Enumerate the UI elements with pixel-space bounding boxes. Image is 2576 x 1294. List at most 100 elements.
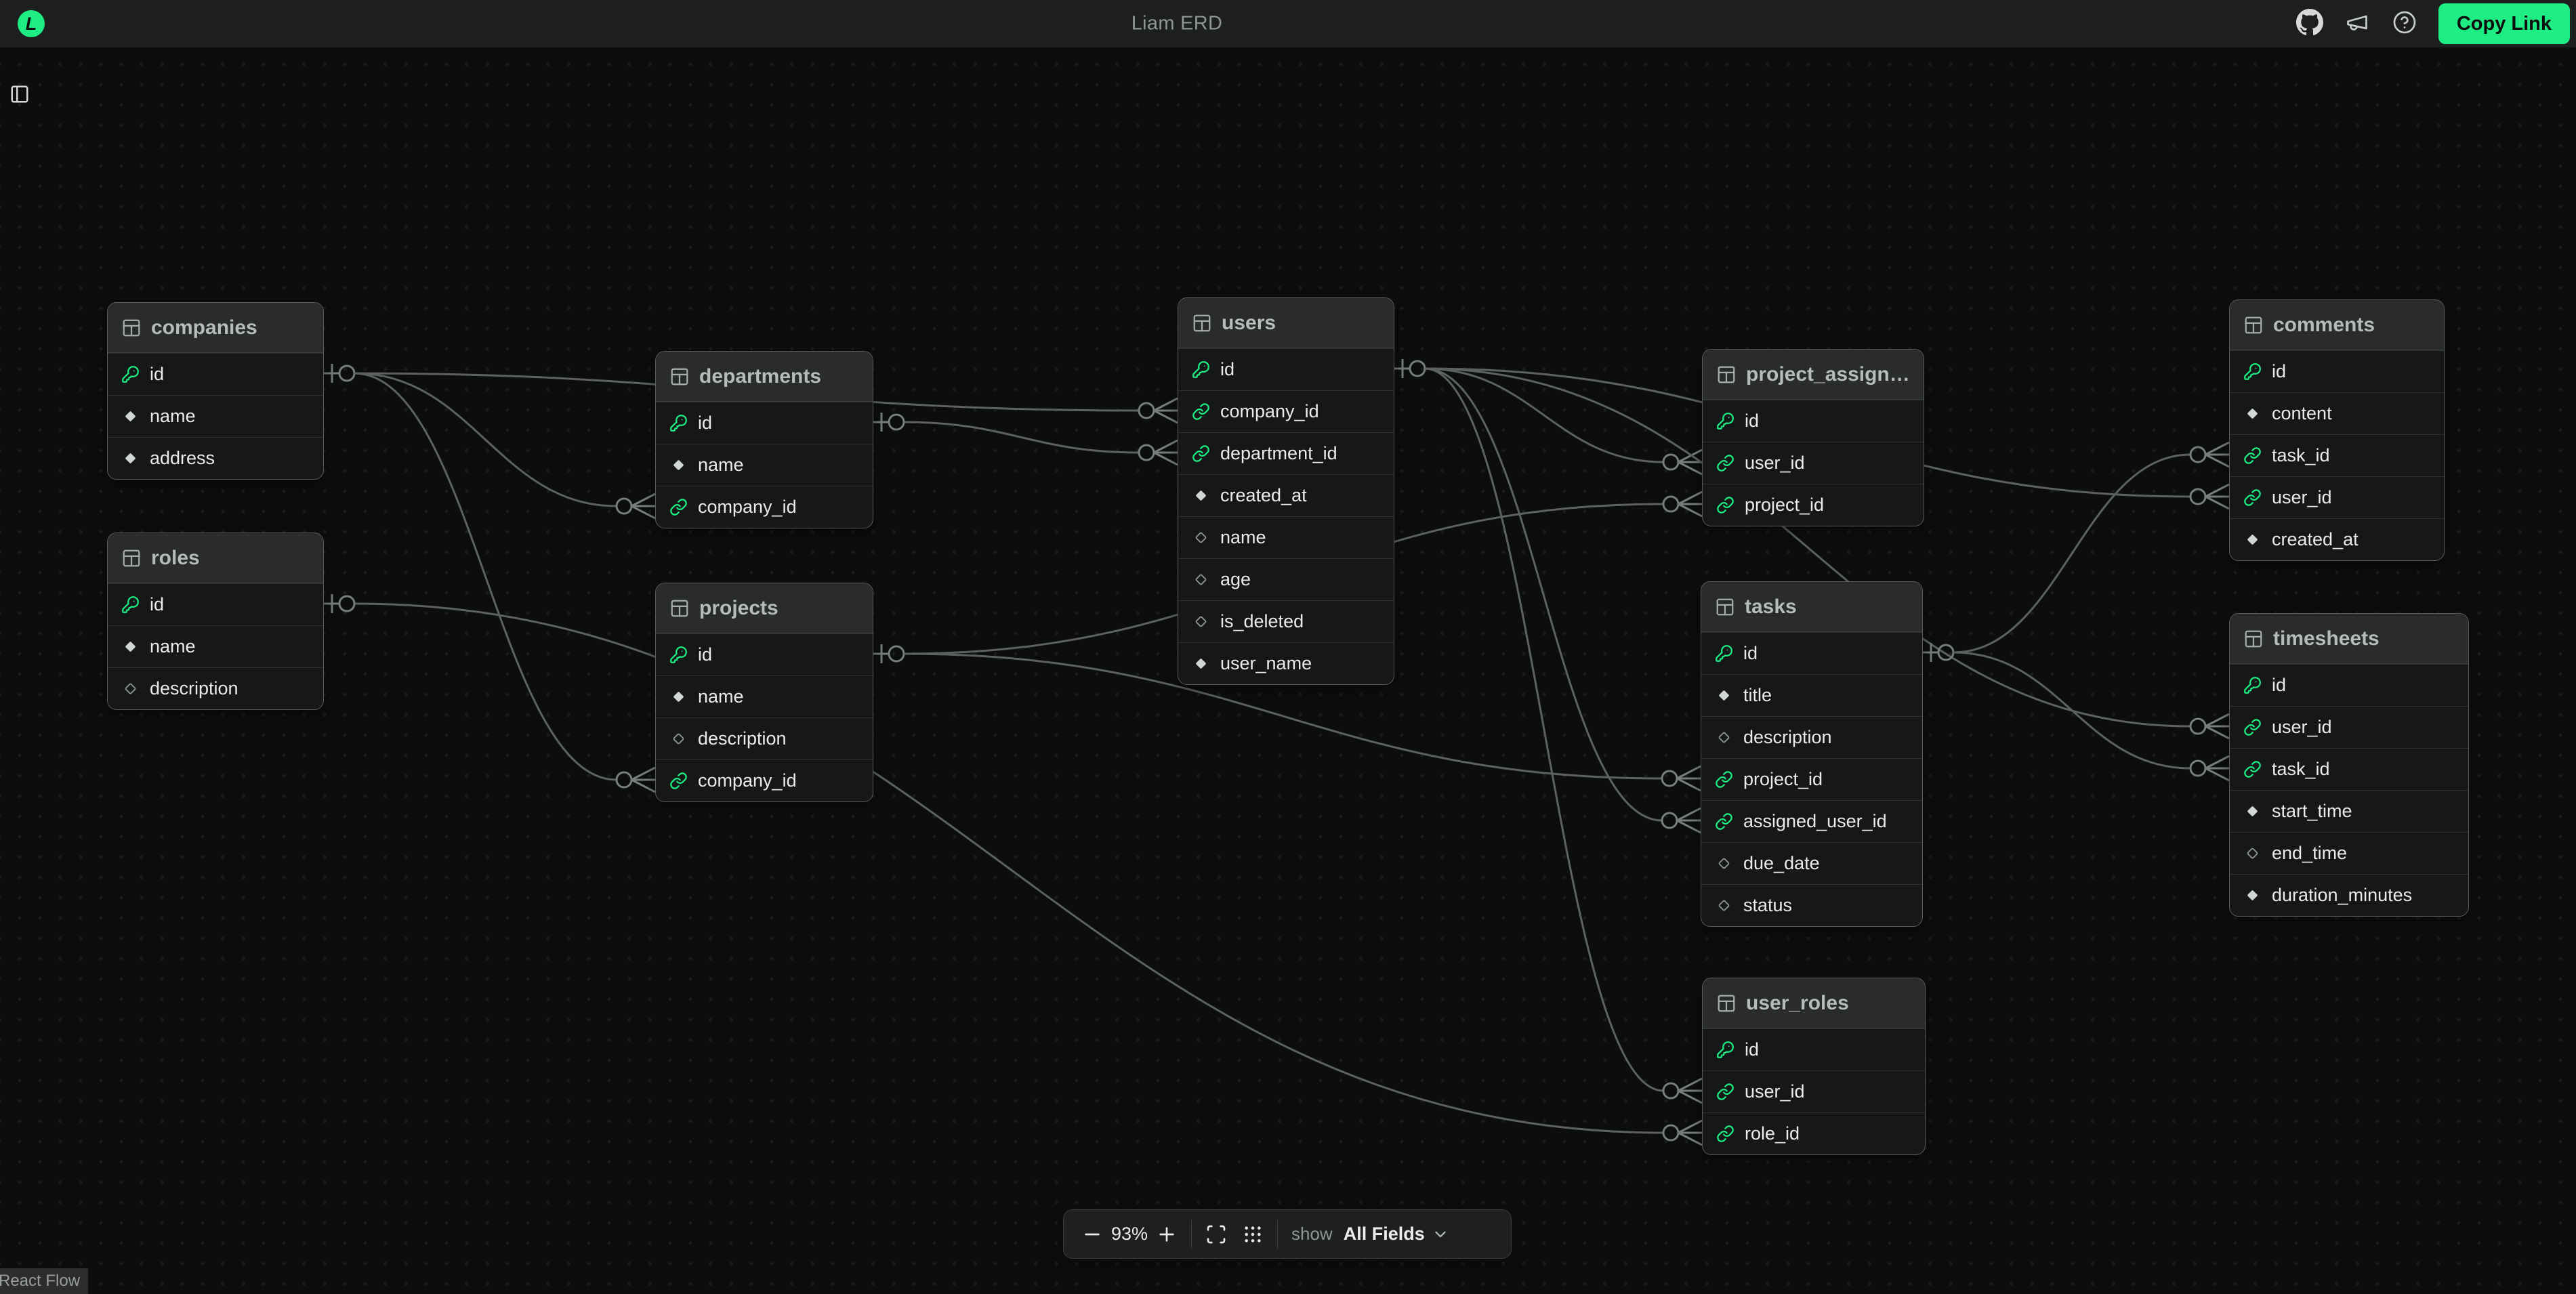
field-companies-id[interactable]: id <box>108 353 323 395</box>
field-comments-created_at[interactable]: created_at <box>2230 518 2444 560</box>
field-comments-id[interactable]: id <box>2230 350 2444 392</box>
fit-view-button[interactable] <box>1205 1224 1227 1245</box>
react-flow-attribution[interactable]: React Flow <box>0 1268 88 1294</box>
field-timesheets-duration_minutes[interactable]: duration_minutes <box>2230 874 2468 916</box>
field-timesheets-start_time[interactable]: start_time <box>2230 790 2468 832</box>
field-name: company_id <box>1220 401 1319 422</box>
table-header[interactable]: timesheets <box>2230 614 2468 664</box>
field-tasks-assigned_user_id[interactable]: assigned_user_id <box>1701 800 1922 842</box>
field-roles-description[interactable]: description <box>108 667 323 709</box>
field-name: id <box>1745 411 1759 432</box>
zoom-in-button[interactable] <box>1156 1224 1178 1245</box>
feedback-button[interactable] <box>2344 10 2371 37</box>
field-tasks-status[interactable]: status <box>1701 884 1922 926</box>
field-users-id[interactable]: id <box>1178 348 1394 390</box>
field-tasks-project_id[interactable]: project_id <box>1701 758 1922 800</box>
field-name: duration_minutes <box>2272 885 2412 906</box>
table-header[interactable]: tasks <box>1701 582 1922 632</box>
field-roles-id[interactable]: id <box>108 583 323 625</box>
field-users-age[interactable]: age <box>1178 558 1394 600</box>
field-name: task_id <box>2272 759 2330 780</box>
field-comments-task_id[interactable]: task_id <box>2230 434 2444 476</box>
field-comments-content[interactable]: content <box>2230 392 2444 434</box>
table-projects[interactable]: projectsidnamedescriptioncompany_id <box>655 583 873 802</box>
table-header[interactable]: companies <box>108 303 323 353</box>
field-users-department_id[interactable]: department_id <box>1178 432 1394 474</box>
help-button[interactable] <box>2391 10 2418 37</box>
field-comments-user_id[interactable]: user_id <box>2230 476 2444 518</box>
table-users[interactable]: usersid company_id department_idcreated_at… <box>1178 297 1394 685</box>
table-icon <box>2243 315 2264 335</box>
zoom-out-button[interactable] <box>1081 1224 1103 1245</box>
field-departments-name[interactable]: name <box>656 444 873 486</box>
fields-filter-dropdown[interactable]: All Fields <box>1344 1224 1449 1245</box>
table-project_assignments[interactable]: project_assignmentsid user_id project_id <box>1702 349 1924 526</box>
field-tasks-title[interactable]: title <box>1701 674 1922 716</box>
field-project_assignments-user_id[interactable]: user_id <box>1703 442 1924 484</box>
table-header[interactable]: roles <box>108 533 323 583</box>
field-tasks-due_date[interactable]: due_date <box>1701 842 1922 884</box>
field-name: id <box>150 364 164 385</box>
field-project_assignments-project_id[interactable]: project_id <box>1703 484 1924 526</box>
field-projects-company_id[interactable]: company_id <box>656 759 873 801</box>
table-roles[interactable]: rolesidnamedescription <box>107 533 324 710</box>
table-name: tasks <box>1745 596 1797 619</box>
not-null-icon <box>1192 486 1210 505</box>
field-timesheets-id[interactable]: id <box>2230 664 2468 706</box>
sidebar-toggle-button[interactable] <box>9 84 33 107</box>
table-name: comments <box>2273 314 2375 337</box>
field-timesheets-end_time[interactable]: end_time <box>2230 832 2468 874</box>
liam-logo[interactable]: L <box>18 10 45 37</box>
field-name: title <box>1743 685 1772 706</box>
table-name: timesheets <box>2273 627 2380 650</box>
field-user_roles-user_id[interactable]: user_id <box>1703 1070 1925 1112</box>
field-name: description <box>1743 727 1832 748</box>
table-tasks[interactable]: tasks id title description project_idassigne… <box>1701 581 1923 927</box>
field-tasks-id[interactable]: id <box>1701 632 1922 674</box>
field-users-company_id[interactable]: company_id <box>1178 390 1394 432</box>
field-users-created_at[interactable]: created_at <box>1178 474 1394 516</box>
field-projects-description[interactable]: description <box>656 717 873 759</box>
not-null-icon <box>2243 802 2262 820</box>
field-name: is_deleted <box>1220 611 1304 632</box>
field-user_roles-id[interactable]: id <box>1703 1028 1925 1070</box>
nullable-icon <box>2243 844 2262 862</box>
table-companies[interactable]: companies id nameaddress <box>107 302 324 480</box>
copy-link-button[interactable]: Copy Link <box>2438 3 2570 44</box>
tidy-up-button[interactable] <box>1242 1224 1264 1245</box>
foreign-key-icon <box>1192 444 1210 463</box>
field-projects-name[interactable]: name <box>656 675 873 717</box>
table-header[interactable]: projects <box>656 583 873 633</box>
table-departments[interactable]: departmentsidnamecompany_id <box>655 351 873 528</box>
field-users-user_name[interactable]: user_name <box>1178 642 1394 684</box>
field-timesheets-user_id[interactable]: user_id <box>2230 706 2468 748</box>
field-users-is_deleted[interactable]: is_deleted <box>1178 600 1394 642</box>
field-name: user_id <box>1745 453 1805 474</box>
table-header[interactable]: comments <box>2230 300 2444 350</box>
field-name: status <box>1743 895 1792 916</box>
table-user_roles[interactable]: user_rolesiduser_idrole_id <box>1702 978 1926 1155</box>
table-header[interactable]: users <box>1178 298 1394 348</box>
field-name: id <box>1743 643 1758 664</box>
field-companies-address[interactable]: address <box>108 437 323 479</box>
field-timesheets-task_id[interactable]: task_id <box>2230 748 2468 790</box>
field-departments-id[interactable]: id <box>656 402 873 444</box>
table-timesheets[interactable]: timesheets iduser_id task_id start_timeend_… <box>2229 613 2469 917</box>
table-header[interactable]: departments <box>656 352 873 402</box>
foreign-key-icon <box>1716 1125 1734 1143</box>
field-users-name[interactable]: name <box>1178 516 1394 558</box>
field-user_roles-role_id[interactable]: role_id <box>1703 1112 1925 1154</box>
field-projects-id[interactable]: id <box>656 633 873 675</box>
field-project_assignments-id[interactable]: id <box>1703 400 1924 442</box>
erd-canvas[interactable]: companiesidnameaddressrolesidnamedescrip… <box>0 47 2576 1294</box>
github-button[interactable] <box>2296 10 2323 37</box>
table-header[interactable]: project_assignments <box>1703 350 1924 400</box>
field-departments-company_id[interactable]: company_id <box>656 486 873 528</box>
table-icon <box>121 318 142 338</box>
field-companies-name[interactable]: name <box>108 395 323 437</box>
field-roles-name[interactable]: name <box>108 625 323 667</box>
table-header[interactable]: user_roles <box>1703 978 1925 1028</box>
table-icon <box>669 598 690 619</box>
field-tasks-description[interactable]: description <box>1701 716 1922 758</box>
table-comments[interactable]: comments idcontenttask_iduser_idcreated_a… <box>2229 299 2445 561</box>
